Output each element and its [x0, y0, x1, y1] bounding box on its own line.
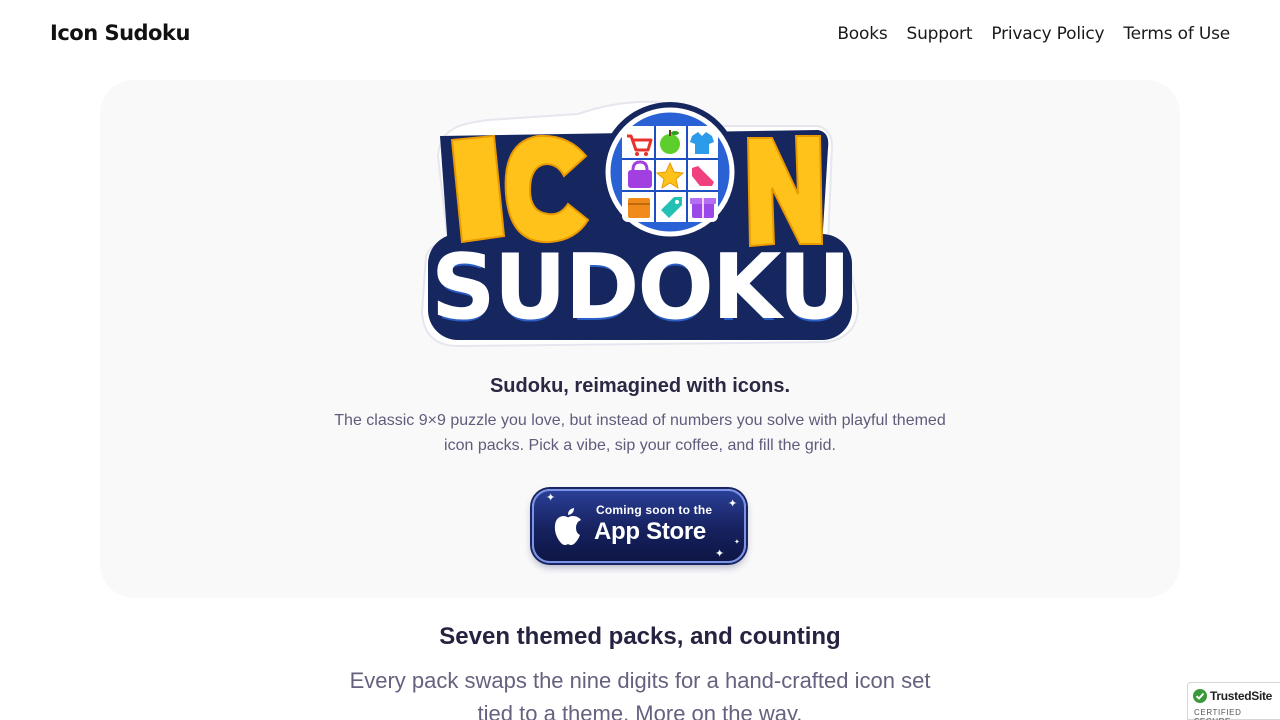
hero-tagline: Sudoku, reimagined with icons. [489, 375, 791, 397]
main-nav: Books Support Privacy Policy Terms of Us… [837, 24, 1230, 44]
packs-section-title: Seven themed packs, and counting [439, 623, 841, 650]
top-navigation-bar: Icon Sudoku Books Support Privacy Policy… [0, 0, 1280, 70]
packs-section-description: Every pack swaps the nine digits for a h… [349, 668, 931, 720]
sparkle-icon: ✦ [546, 492, 556, 504]
app-store-big-label: App Store [594, 518, 706, 545]
box-icon [628, 198, 650, 218]
sparkle-icon: ✦ [715, 548, 725, 560]
sparkle-icon: ✦ [734, 539, 740, 546]
logo-bottom-word: SUDOKU SUDOKU [427, 235, 855, 350]
check-icon [1193, 689, 1207, 703]
apple-logo-icon [554, 508, 581, 545]
nav-link-privacy-policy[interactable]: Privacy Policy [991, 24, 1104, 44]
app-store-small-label: Coming soon to the [596, 503, 713, 517]
nav-link-books[interactable]: Books [837, 24, 887, 44]
hero-description: The classic 9×9 puzzle you love, but ins… [334, 412, 946, 454]
trustedsite-name: TrustedSite [1210, 689, 1273, 703]
logo-icon-grid [622, 126, 718, 222]
trustedsite-badge[interactable]: TrustedSite CERTIFIED SECURE [1187, 682, 1280, 720]
trustedsite-subtitle: CERTIFIED SECURE [1194, 708, 1242, 720]
nav-link-terms-of-use[interactable]: Terms of Use [1123, 24, 1230, 44]
brand-logo-link[interactable]: Icon Sudoku [50, 21, 190, 45]
app-store-button[interactable]: Coming soon to the App Store ✦ ✦ ✦ ✦ [532, 489, 746, 563]
icon-sudoku-logo: SUDOKU SUDOKU [420, 100, 860, 350]
gift-icon [690, 198, 716, 218]
sparkle-icon: ✦ [728, 498, 738, 510]
svg-text:SUDOKU: SUDOKU [431, 235, 849, 340]
nav-link-support[interactable]: Support [907, 24, 973, 44]
